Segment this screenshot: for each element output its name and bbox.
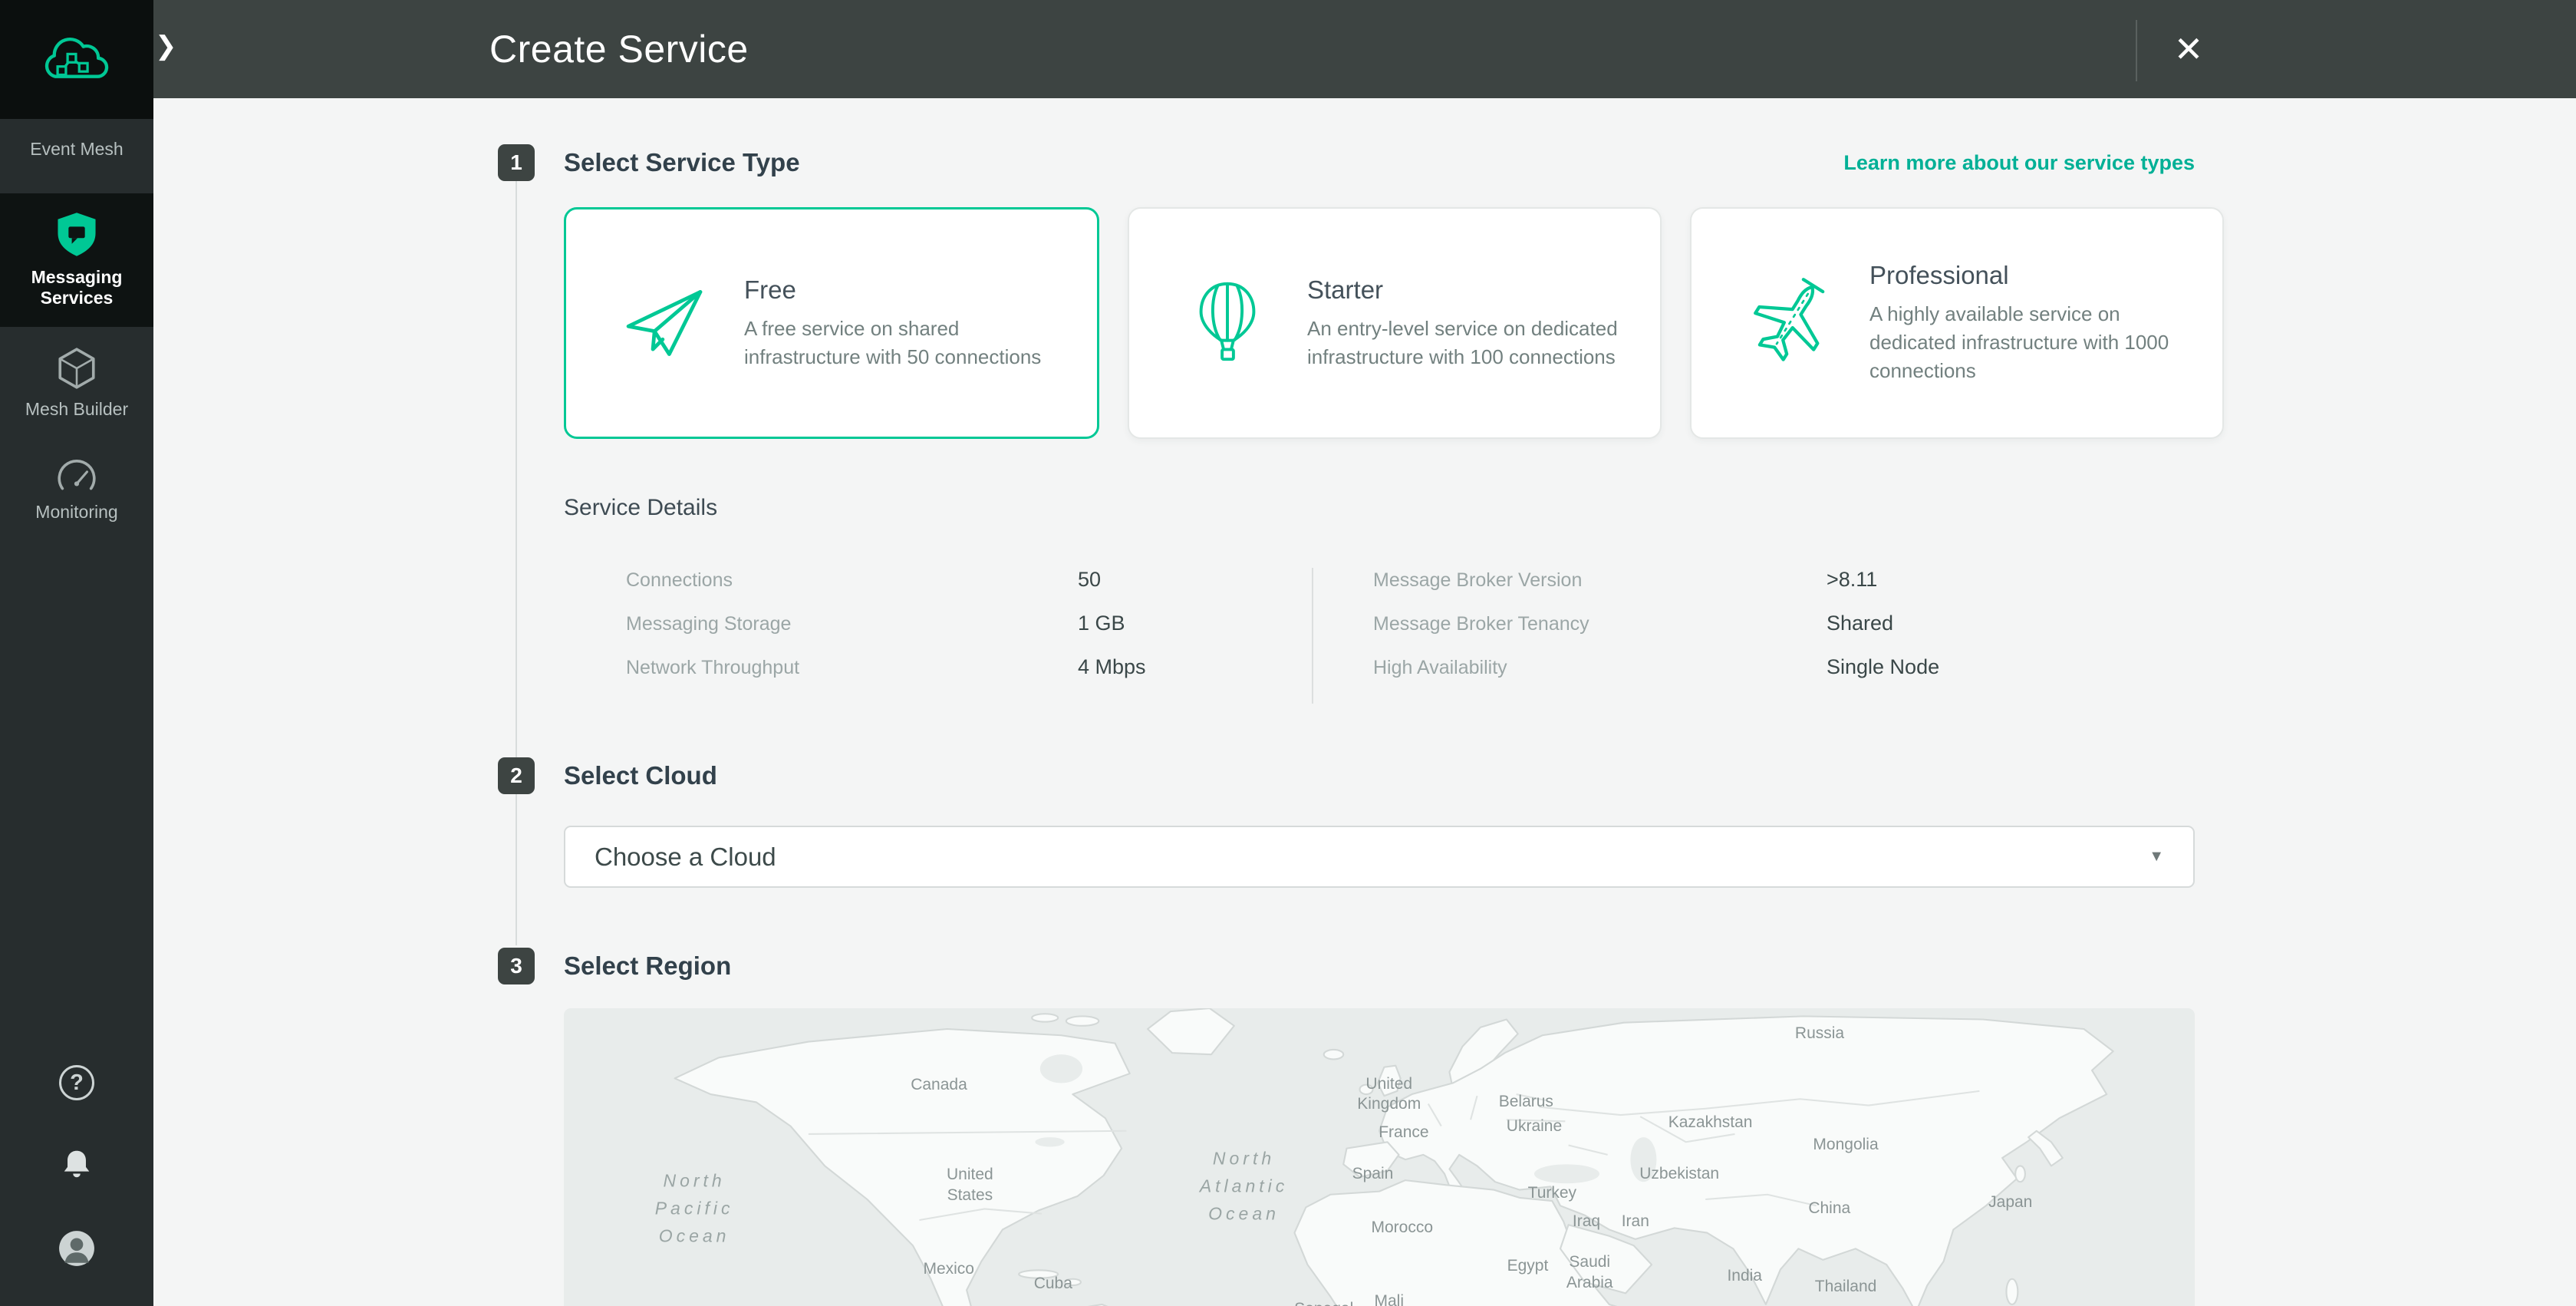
detail-value: Shared <box>1827 612 1893 635</box>
sidebar: Event Mesh Messaging Services <box>0 0 153 1306</box>
sidebar-item-label: Event Mesh <box>30 139 123 159</box>
step2-header: 2 Select Cloud <box>498 757 2195 794</box>
service-details-right-column: Message Broker Version >8.11 Message Bro… <box>1313 568 1939 704</box>
sidebar-bottom: ? <box>0 1065 153 1306</box>
shield-chat-icon <box>5 210 149 259</box>
sidebar-item-mesh-builder[interactable]: Mesh Builder <box>0 327 153 435</box>
service-type-cards: Free A free service on shared infrastruc… <box>564 207 2195 439</box>
help-icon[interactable]: ? <box>59 1065 94 1100</box>
detail-value: 4 Mbps <box>1078 655 1146 678</box>
modal-header: ❯ Create Service ✕ <box>153 0 2576 98</box>
user-avatar-icon[interactable] <box>58 1229 96 1268</box>
step2-title: Select Cloud <box>564 761 717 790</box>
detail-row: Network Throughput 4 Mbps <box>626 655 1312 679</box>
service-card-professional[interactable]: Professional A highly available service … <box>1690 207 2224 439</box>
sidebar-item-label: Messaging Services <box>31 267 123 308</box>
solace-logo <box>0 0 153 119</box>
chevron-down-icon: ▼ <box>2149 848 2164 866</box>
detail-label: Messaging Storage <box>626 612 1078 635</box>
detail-row: Message Broker Version >8.11 <box>1373 568 1939 592</box>
cloud-logo-icon <box>37 32 117 87</box>
service-card-starter[interactable]: Starter An entry-level service on dedica… <box>1128 207 1662 439</box>
detail-value: 1 GB <box>1078 612 1125 635</box>
step3-title: Select Region <box>564 951 731 981</box>
sidebar-item-event-mesh[interactable]: Event Mesh <box>0 119 153 176</box>
cloud-select-value: Choose a Cloud <box>595 843 776 872</box>
sidebar-item-messaging-services[interactable]: Messaging Services <box>0 193 153 327</box>
sidebar-nav: Event Mesh Messaging Services <box>0 119 153 538</box>
detail-value: >8.11 <box>1827 568 1877 591</box>
service-details-title: Service Details <box>564 495 2576 521</box>
world-map-graphic <box>564 1008 2195 1306</box>
detail-label: Message Broker Tenancy <box>1373 612 1827 635</box>
service-card-free[interactable]: Free A free service on shared infrastruc… <box>564 207 1099 439</box>
card-text: Professional A highly available service … <box>1869 261 2192 385</box>
hot-air-balloon-icon <box>1178 274 1276 372</box>
detail-label: High Availability <box>1373 656 1827 679</box>
card-description: A free service on shared infrastructure … <box>744 315 1066 371</box>
card-title: Professional <box>1869 261 2192 290</box>
detail-row: Connections 50 <box>626 568 1312 592</box>
region-map[interactable]: North Pacific Ocean North Atlantic Ocean… <box>564 1008 2195 1306</box>
gauge-icon <box>5 454 149 494</box>
card-title: Free <box>744 275 1066 305</box>
service-details-left-column: Connections 50 Messaging Storage 1 GB Ne… <box>498 568 1313 704</box>
service-details-grid: Connections 50 Messaging Storage 1 GB Ne… <box>498 568 2576 704</box>
main-column: ❯ Create Service ✕ 1 Select Service Type… <box>153 0 2576 1306</box>
step1-title: Select Service Type <box>564 148 800 177</box>
hexagon-node-icon <box>5 345 149 391</box>
step1-badge: 1 <box>498 144 535 181</box>
sidebar-item-monitoring[interactable]: Monitoring <box>0 436 153 538</box>
sidebar-item-label: Mesh Builder <box>25 399 128 419</box>
step2-badge: 2 <box>498 757 535 794</box>
cloud-select[interactable]: Choose a Cloud ▼ <box>564 826 2195 888</box>
detail-label: Connections <box>626 569 1078 592</box>
detail-value: 50 <box>1078 568 1101 591</box>
paper-plane-icon <box>615 274 713 372</box>
notifications-bell-icon[interactable] <box>59 1146 94 1183</box>
help-glyph: ? <box>70 1070 84 1096</box>
detail-label: Network Throughput <box>626 656 1078 679</box>
step3-header: 3 Select Region <box>498 948 2195 984</box>
sidebar-item-label: Monitoring <box>35 502 117 522</box>
learn-more-link[interactable]: Learn more about our service types <box>1843 151 2195 175</box>
detail-row: Messaging Storage 1 GB <box>626 612 1312 635</box>
airplane-icon <box>1741 274 1839 372</box>
app-root: Event Mesh Messaging Services <box>0 0 2576 1306</box>
header-divider <box>2136 20 2137 81</box>
card-description: A highly available service on dedicated … <box>1869 300 2192 385</box>
step1-header: 1 Select Service Type Learn more about o… <box>498 144 2195 181</box>
detail-label: Message Broker Version <box>1373 569 1827 592</box>
detail-row: High Availability Single Node <box>1373 655 1939 679</box>
sidebar-expand-chevron-icon[interactable]: ❯ <box>155 31 177 61</box>
step3-badge: 3 <box>498 948 535 984</box>
create-service-content: 1 Select Service Type Learn more about o… <box>153 98 2576 1306</box>
close-icon[interactable]: ✕ <box>2162 0 2215 98</box>
card-text: Starter An entry-level service on dedica… <box>1307 275 1629 371</box>
detail-row: Message Broker Tenancy Shared <box>1373 612 1939 635</box>
card-description: An entry-level service on dedicated infr… <box>1307 315 1629 371</box>
card-text: Free A free service on shared infrastruc… <box>744 275 1066 371</box>
card-title: Starter <box>1307 275 1629 305</box>
step-connector-line <box>516 163 517 945</box>
page-title: Create Service <box>489 27 749 71</box>
detail-value: Single Node <box>1827 655 1939 678</box>
